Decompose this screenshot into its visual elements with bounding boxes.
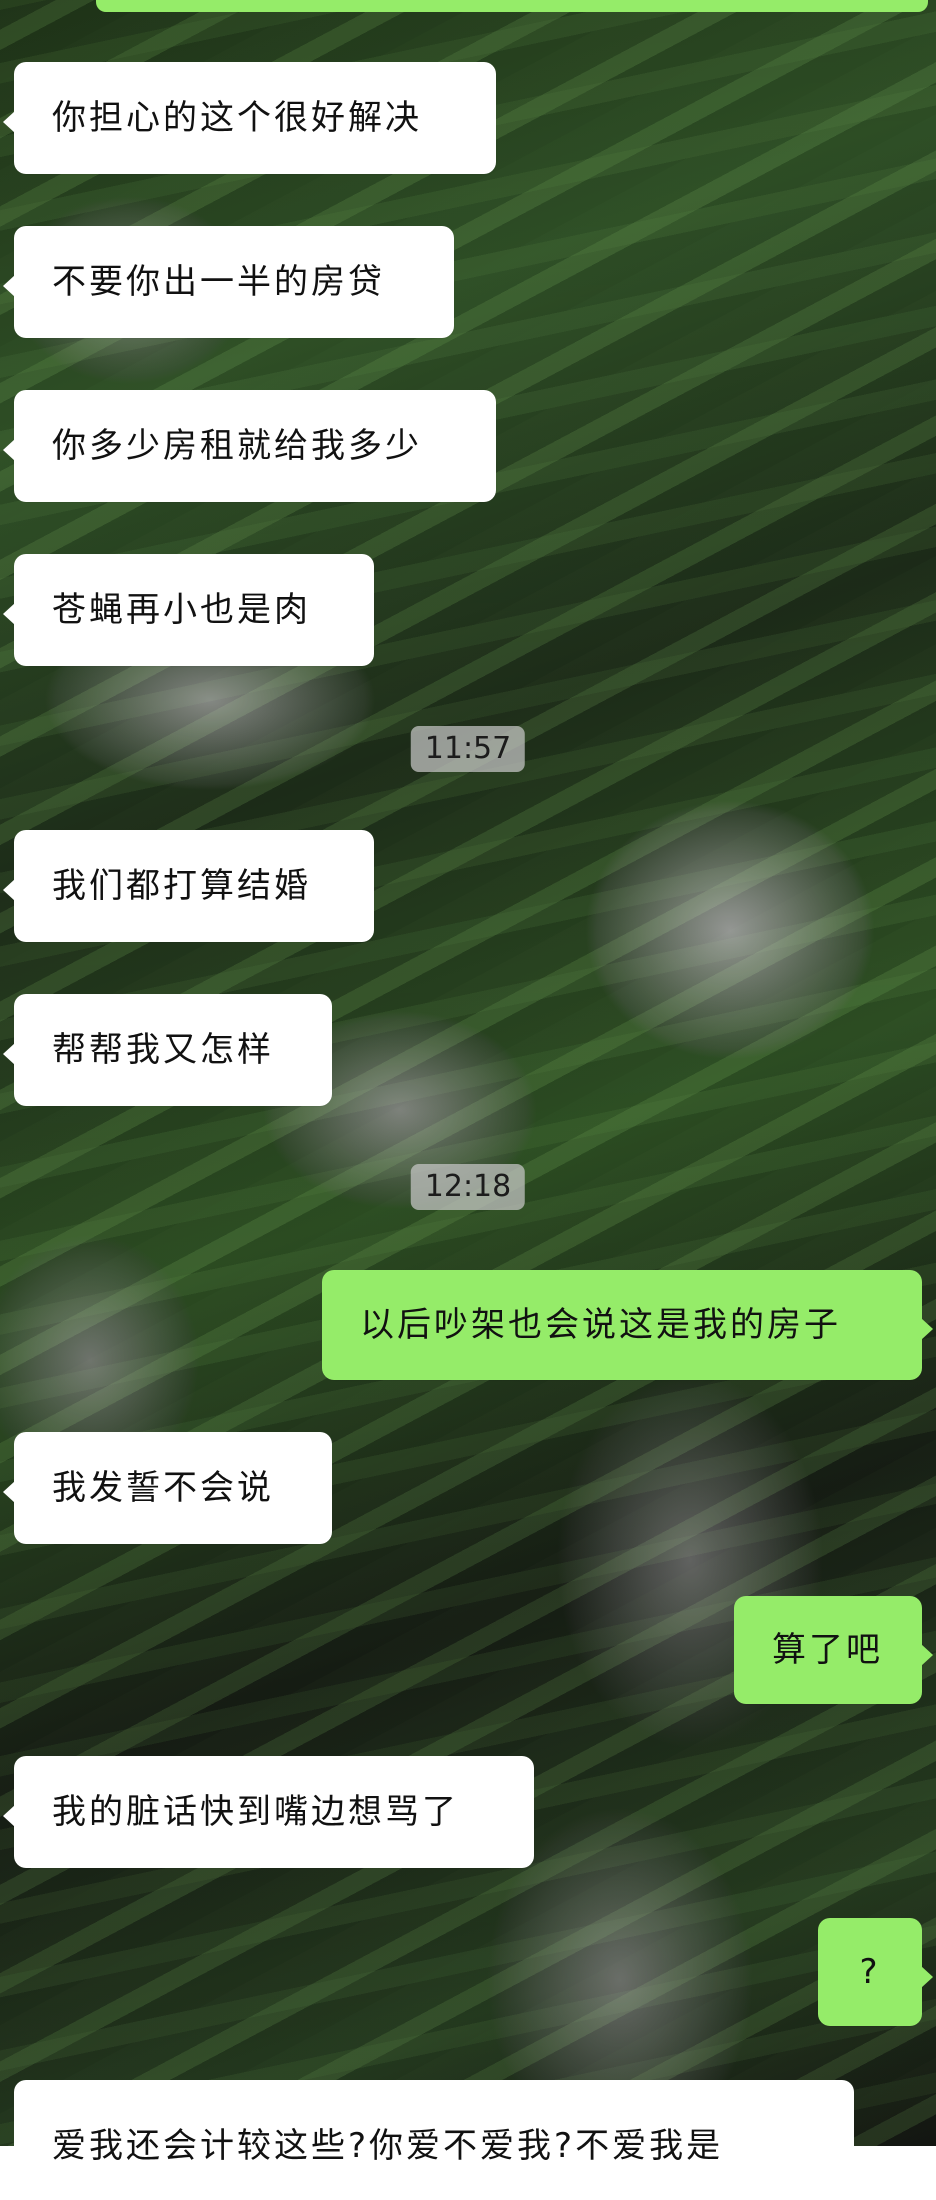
message-text: 算了吧 bbox=[772, 1629, 883, 1670]
message-text: 以后吵架也会说这是我的房子 bbox=[360, 1304, 841, 1345]
message-text: 爱我还会计较这些?你爱不爱我?不爱我是 bbox=[52, 2126, 724, 2166]
message-bubble-incoming-2[interactable]: 不要你出一半的房贷 bbox=[3, 226, 454, 338]
message-bubble-incoming-3[interactable]: 你多少房租就给我多少 bbox=[3, 390, 496, 502]
message-text: 我的脏话快到嘴边想骂了 bbox=[52, 1791, 459, 1832]
message-text: 你担心的这个很好解决 bbox=[52, 97, 422, 138]
message-bubble-incoming-1[interactable]: 你担心的这个很好解决 bbox=[3, 62, 496, 174]
message-bubble-incoming-5[interactable]: 我们都打算结婚 bbox=[3, 830, 374, 942]
message-text: ? bbox=[859, 1951, 881, 1992]
message-bubble-incoming-4[interactable]: 苍蝇再小也是肉 bbox=[3, 554, 374, 666]
message-text: 不要你出一半的房贷 bbox=[52, 261, 385, 302]
timestamp-12-18: 12:18 bbox=[410, 1164, 526, 1210]
previous-outgoing-bubble-edge bbox=[96, 0, 928, 12]
message-bubble-outgoing-1[interactable]: 以后吵架也会说这是我的房子 bbox=[322, 1270, 933, 1380]
message-text: 你多少房租就给我多少 bbox=[52, 425, 422, 466]
timestamp-11-57: 11:57 bbox=[410, 726, 526, 772]
message-bubble-outgoing-3[interactable]: ? bbox=[818, 1918, 933, 2026]
message-bubble-incoming-6[interactable]: 帮帮我又怎样 bbox=[3, 994, 332, 1106]
message-text: 苍蝇再小也是肉 bbox=[52, 589, 311, 630]
message-bubble-incoming-7[interactable]: 我发誓不会说 bbox=[3, 1432, 332, 1544]
message-text: 我们都打算结婚 bbox=[52, 865, 311, 906]
message-text: 我发誓不会说 bbox=[52, 1467, 274, 1508]
message-bubble-incoming-8[interactable]: 我的脏话快到嘴边想骂了 bbox=[3, 1756, 534, 1868]
message-bubble-outgoing-2[interactable]: 算了吧 bbox=[734, 1596, 933, 1704]
message-bubble-incoming-partial[interactable]: 爱我还会计较这些?你爱不爱我?不爱我是 bbox=[14, 2080, 854, 2200]
message-text: 帮帮我又怎样 bbox=[52, 1029, 274, 1070]
